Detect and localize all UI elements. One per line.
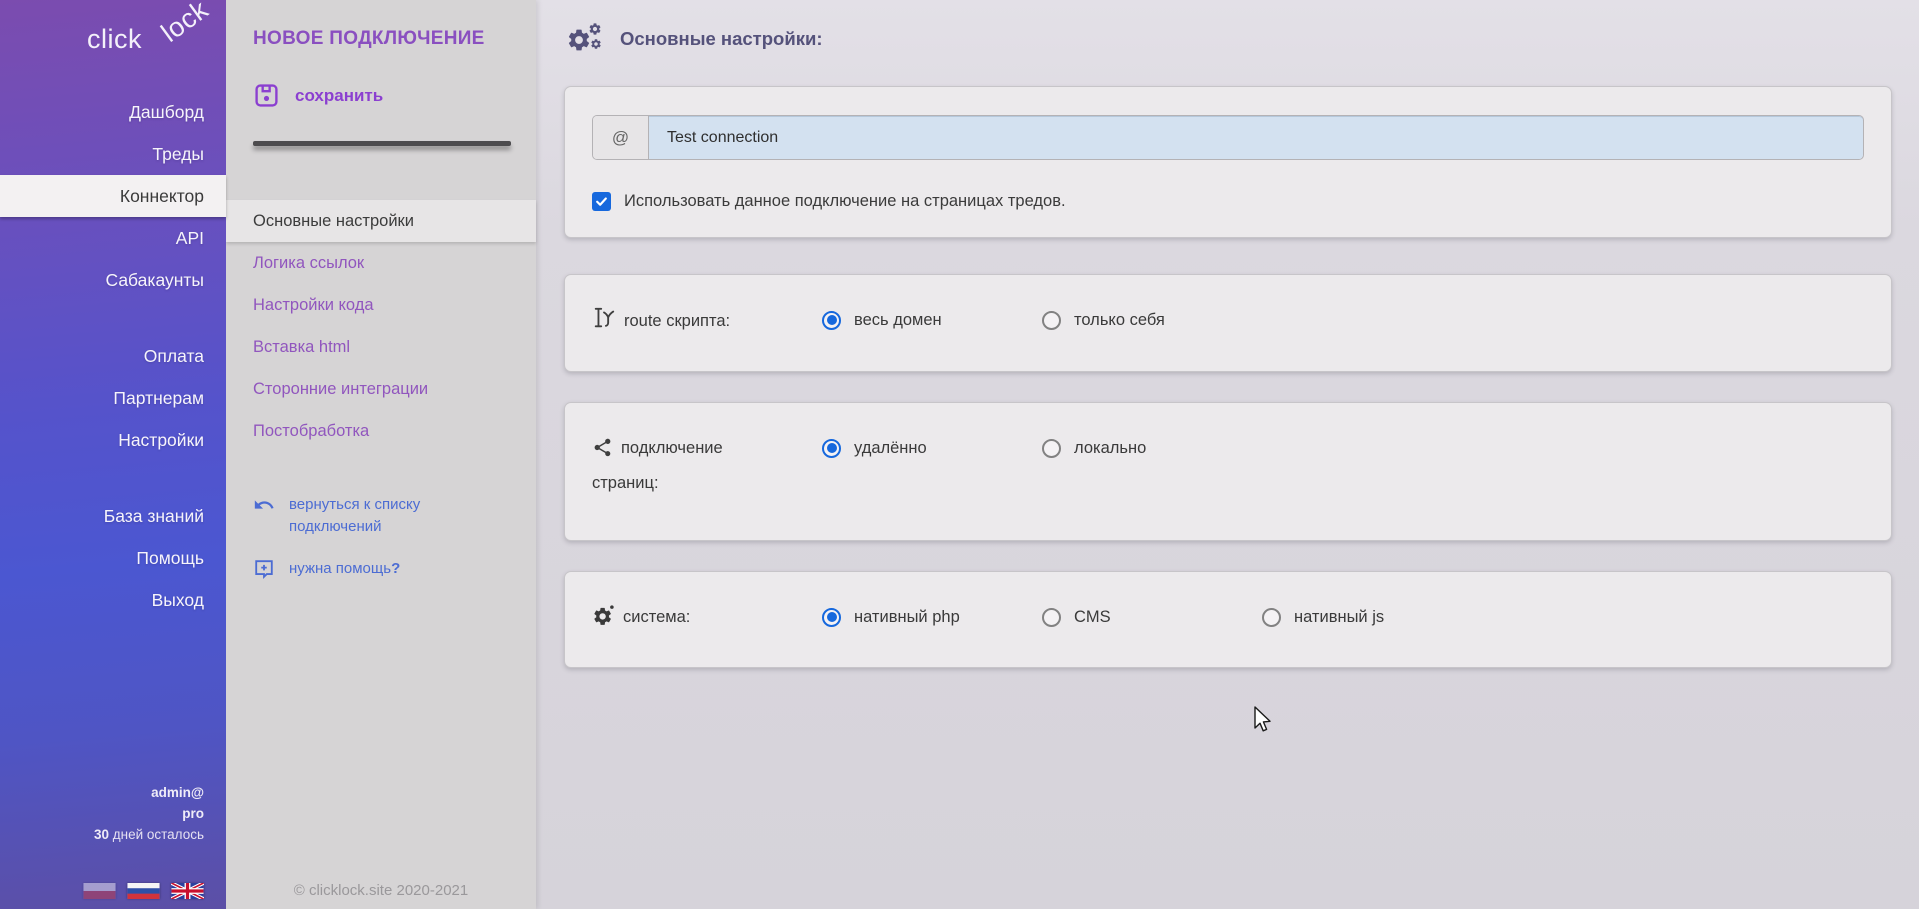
copyright-footer: © clicklock.site 2020-2021 xyxy=(226,882,536,899)
connection-settings-menu: Основные настройки Логика ссылок Настрой… xyxy=(226,200,536,452)
panel-title: НОВОЕ ПОДКЛЮЧЕНИЕ xyxy=(253,28,536,50)
menu-item-link-logic[interactable]: Логика ссылок xyxy=(226,242,536,284)
radio-icon xyxy=(1262,608,1281,627)
logo-text-click: click xyxy=(87,24,142,55)
radio-option-label: нативный php xyxy=(854,602,960,632)
radio-option-native-php[interactable]: нативный php xyxy=(822,602,1042,632)
page-connection-card: подключение страниц: удалённо локально xyxy=(564,402,1892,541)
radio-option-remote[interactable]: удалённо xyxy=(822,433,1042,463)
system-label: система: xyxy=(592,602,822,637)
nav-group-gap xyxy=(0,461,226,495)
radio-icon xyxy=(1042,608,1061,627)
at-sign-addon: @ xyxy=(593,116,649,159)
route-script-label: route скрипта: xyxy=(592,305,822,341)
gear-sparkle-icon xyxy=(592,604,615,637)
help-link-text: нужна помощь? xyxy=(289,558,400,580)
panel-links: вернуться к спискуподключений нужна помо… xyxy=(253,494,536,580)
sidebar-item-threads[interactable]: Треды xyxy=(0,133,226,175)
connection-name-input-group: @ xyxy=(592,115,1864,160)
radio-option-cms[interactable]: CMS xyxy=(1042,602,1262,632)
connection-name-card: @ Использовать данное подключение на стр… xyxy=(564,86,1892,238)
radio-option-label: удалённо xyxy=(854,433,927,463)
sidebar-nav: Дашборд Треды Коннектор API Сабакаунты О… xyxy=(0,91,226,621)
radio-option-label: локально xyxy=(1074,433,1146,463)
use-on-threads-label: Использовать данное подключение на стран… xyxy=(624,192,1066,211)
need-help-link[interactable]: нужна помощь? xyxy=(253,558,536,580)
undo-arrow-icon xyxy=(253,494,275,516)
main-content: Основные настройки: @ Использовать данно… xyxy=(536,0,1919,909)
share-icon xyxy=(592,437,613,468)
use-on-threads-row: Использовать данное подключение на стран… xyxy=(592,192,1864,211)
radio-icon xyxy=(822,311,841,330)
uk-flag[interactable] xyxy=(171,883,204,899)
radio-icon xyxy=(822,439,841,458)
route-script-card: route скрипта: весь домен только себя xyxy=(564,274,1892,372)
save-button[interactable]: сохранить xyxy=(253,82,433,109)
radio-option-native-js[interactable]: нативный js xyxy=(1262,602,1482,632)
use-on-threads-checkbox[interactable] xyxy=(592,192,611,211)
sidebar-item-api[interactable]: API xyxy=(0,217,226,259)
radio-option-label: CMS xyxy=(1074,602,1111,632)
radio-option-label: весь домен xyxy=(854,305,942,335)
menu-item-html-insert[interactable]: Вставка html xyxy=(226,326,536,368)
language-switcher xyxy=(0,883,226,899)
radio-option-local[interactable]: локально xyxy=(1042,433,1262,463)
gears-icon xyxy=(566,22,604,56)
add-comment-icon xyxy=(253,558,275,580)
floppy-save-icon xyxy=(253,82,280,109)
clicklock-app: click lock Дашборд Треды Коннектор API С… xyxy=(0,0,1919,909)
nav-group-gap xyxy=(0,301,226,335)
main-sidebar: click lock Дашборд Треды Коннектор API С… xyxy=(0,0,226,909)
connection-panel: НОВОЕ ПОДКЛЮЧЕНИЕ сохранить Основные нас… xyxy=(226,0,536,909)
sidebar-item-knowledge-base[interactable]: База знаний xyxy=(0,495,226,537)
radio-icon xyxy=(822,608,841,627)
back-to-connections-link[interactable]: вернуться к спискуподключений xyxy=(253,494,536,538)
text-fork-icon xyxy=(592,305,616,341)
russia-flag[interactable] xyxy=(127,883,160,899)
sidebar-item-logout[interactable]: Выход xyxy=(0,579,226,621)
sidebar-item-dashboard[interactable]: Дашборд xyxy=(0,91,226,133)
sidebar-item-payment[interactable]: Оплата xyxy=(0,335,226,377)
settings-cards: @ Использовать данное подключение на стр… xyxy=(564,86,1892,668)
radio-icon xyxy=(1042,439,1061,458)
radio-icon xyxy=(1042,311,1061,330)
page-connection-label: подключение страниц: xyxy=(592,433,822,498)
menu-item-postprocessing[interactable]: Постобработка xyxy=(226,410,536,452)
account-info: admin@ pro 30 дней осталось xyxy=(0,782,226,845)
sidebar-item-subaccounts[interactable]: Сабакаунты xyxy=(0,259,226,301)
system-card: система: нативный php CMS нативный js xyxy=(564,571,1892,668)
connection-name-input[interactable] xyxy=(649,116,1863,159)
save-button-label: сохранить xyxy=(295,86,383,106)
radio-option-label: только себя xyxy=(1074,305,1165,335)
main-header: Основные настройки: xyxy=(536,0,1919,56)
sidebar-item-connector[interactable]: Коннектор xyxy=(0,175,226,217)
sidebar-item-settings[interactable]: Настройки xyxy=(0,419,226,461)
radio-option-only-self[interactable]: только себя xyxy=(1042,305,1262,335)
radio-option-label: нативный js xyxy=(1294,602,1384,632)
sidebar-item-partners[interactable]: Партнерам xyxy=(0,377,226,419)
radio-option-whole-domain[interactable]: весь домен xyxy=(822,305,1042,335)
sidebar-item-help[interactable]: Помощь xyxy=(0,537,226,579)
account-days-left: 30 дней осталось xyxy=(0,824,204,845)
menu-item-code-settings[interactable]: Настройки кода xyxy=(226,284,536,326)
panel-divider xyxy=(253,141,511,146)
poland-flag[interactable] xyxy=(83,883,116,899)
back-link-text: вернуться к спискуподключений xyxy=(289,494,420,538)
check-icon xyxy=(595,195,608,208)
menu-item-integrations[interactable]: Сторонние интеграции xyxy=(226,368,536,410)
clicklock-logo[interactable]: click lock xyxy=(0,0,226,66)
logo-text-lock: lock xyxy=(156,0,215,49)
account-email: admin@ xyxy=(0,782,204,803)
menu-item-basic-settings[interactable]: Основные настройки xyxy=(226,200,536,242)
account-plan: pro xyxy=(0,803,204,824)
page-title: Основные настройки: xyxy=(620,28,823,50)
